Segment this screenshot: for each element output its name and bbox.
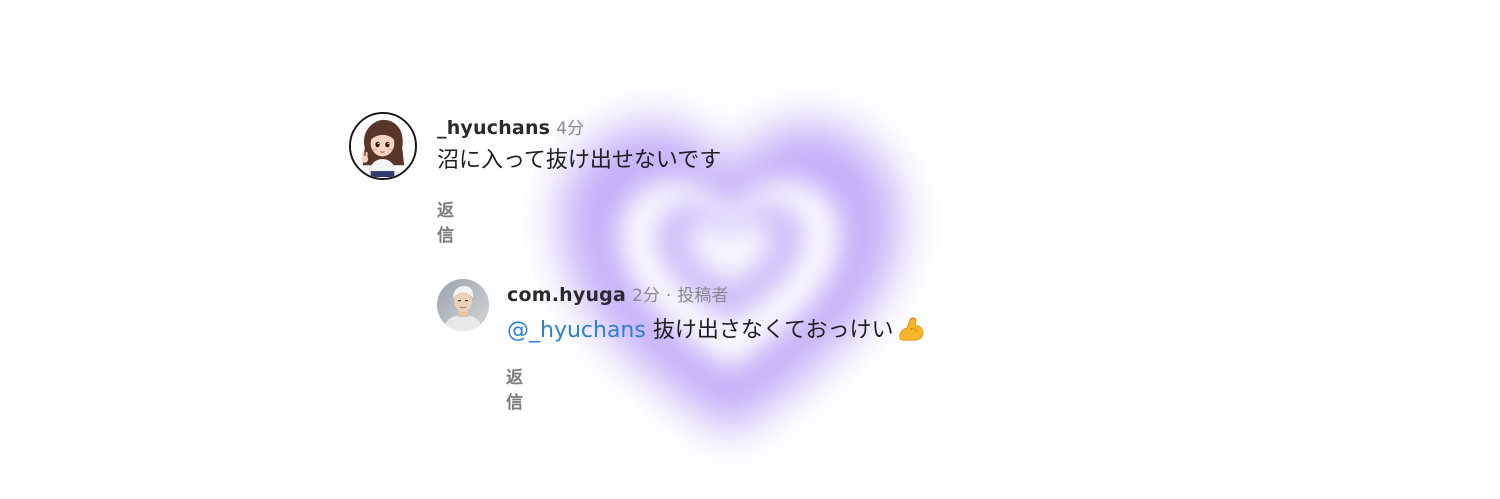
comment-text: 沼に入って抜け出せないです	[437, 148, 722, 173]
timestamp: 2分	[632, 286, 660, 306]
comment-meta: _hyuchans 4分	[437, 116, 584, 141]
reply-button[interactable]: 返信	[437, 196, 454, 246]
username[interactable]: com.hyuga	[507, 284, 626, 306]
comment-text: @_hyuchans 抜け出さなくておっけい	[507, 313, 926, 346]
timestamp: 4分	[556, 119, 585, 139]
mention-link[interactable]: @_hyuchans	[507, 318, 646, 343]
username[interactable]: _hyuchans	[437, 117, 550, 139]
comment-meta: com.hyuga 2分 · 投稿者	[507, 283, 728, 308]
comment-text-content: 抜け出さなくておっけい	[652, 318, 894, 343]
flexed-biceps-icon	[896, 313, 926, 343]
reply-button[interactable]: 返信	[506, 363, 523, 413]
author-badge: 投稿者	[677, 286, 729, 306]
meta-separator: ·	[665, 286, 672, 306]
user-photo-avatar-icon[interactable]	[437, 279, 489, 331]
cartoon-girl-avatar-icon[interactable]	[349, 112, 417, 180]
